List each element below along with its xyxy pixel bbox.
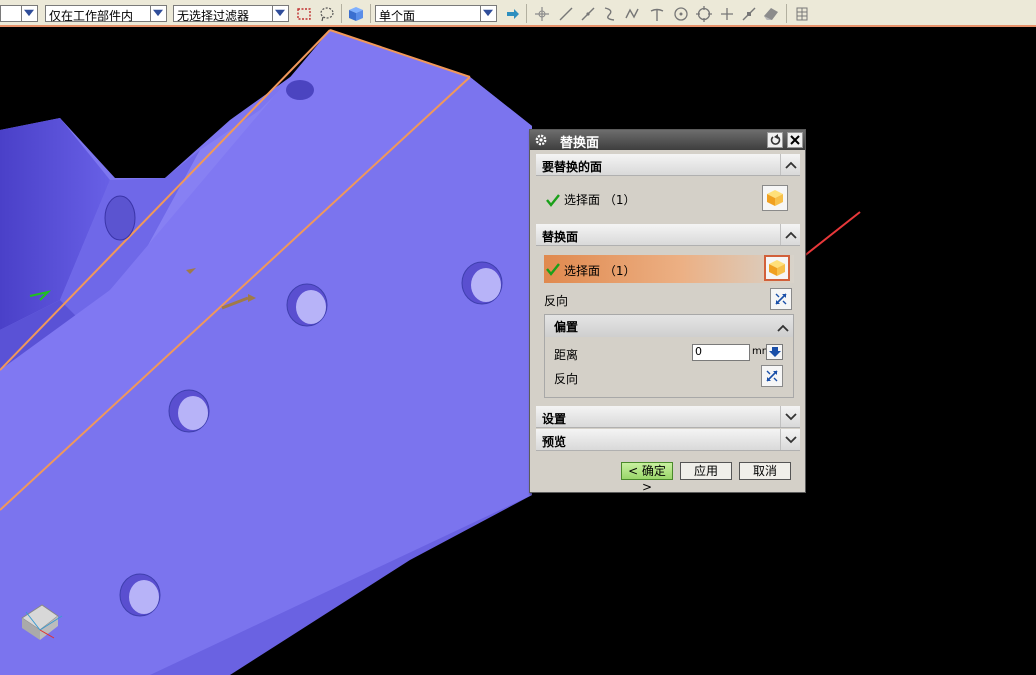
hole-feature: [286, 80, 314, 100]
hole-feature: [168, 389, 210, 433]
chevron-down-icon[interactable]: [780, 406, 800, 427]
eraser-icon[interactable]: [761, 4, 781, 24]
intersection-icon[interactable]: [647, 4, 667, 24]
plus-icon[interactable]: [717, 4, 737, 24]
select-face-button[interactable]: [764, 255, 790, 281]
chevron-up-icon[interactable]: [780, 154, 800, 175]
hole-feature: [119, 573, 161, 617]
section-label: 要替换的面: [542, 160, 603, 174]
select-rectangle-icon[interactable]: [294, 4, 314, 24]
select-face-label: 选择面 （1）: [564, 264, 636, 278]
model-view: [0, 29, 861, 675]
close-icon[interactable]: [787, 132, 803, 148]
dialog-title-bar[interactable]: 替换面: [530, 130, 805, 151]
line-icon[interactable]: [556, 4, 576, 24]
selection-filter-value: 无选择过滤器: [177, 9, 250, 23]
face-rule-value: 单个面: [379, 9, 416, 23]
select-face-row-replacement[interactable]: 选择面 （1）: [544, 255, 794, 283]
section-header-preview[interactable]: 预览: [536, 429, 800, 451]
chevron-up-icon[interactable]: [780, 224, 800, 245]
section-label: 预览: [542, 435, 567, 449]
reverse-direction-label: 反向: [544, 294, 569, 308]
lasso-icon[interactable]: [317, 4, 337, 24]
gear-icon[interactable]: [533, 132, 549, 148]
selection-toolbar: 仅在工作部件内 无选择过滤器 单个面: [0, 0, 1036, 27]
select-face-button[interactable]: [762, 185, 788, 211]
offset-header[interactable]: 偏置: [545, 315, 793, 337]
reverse-arrows-icon: [775, 293, 787, 305]
chevron-down-icon: [480, 6, 496, 21]
distance-input[interactable]: 0: [692, 344, 750, 361]
graphics-viewport[interactable]: [0, 27, 1036, 675]
face-cube-icon: [767, 190, 783, 206]
toolbar-separator: [526, 4, 527, 23]
reverse-direction-button[interactable]: [770, 288, 792, 310]
face-cube-icon: [769, 260, 785, 276]
offset-group: 偏置 距离 0 mm 反向: [544, 314, 794, 398]
chevron-down-icon: [150, 6, 166, 21]
hole-feature: [104, 195, 136, 241]
circle-center-icon[interactable]: [671, 4, 691, 24]
toolbar-separator: [341, 4, 342, 23]
section-label: 替换面: [542, 230, 579, 244]
reset-icon[interactable]: [767, 132, 783, 148]
arrow-right-icon[interactable]: [503, 4, 523, 24]
hole-feature: [286, 283, 328, 327]
scope-dropdown[interactable]: 仅在工作部件内: [45, 5, 167, 23]
section-header-settings[interactable]: 设置: [536, 406, 800, 428]
section-label: 设置: [542, 412, 567, 426]
replace-face-dialog: 替换面 要替换的面 选择面 （1） 替换面 选择面 （1） 反向 偏置 距离 0…: [529, 129, 806, 494]
dialog-title: 替换面: [560, 136, 600, 151]
offset-label: 偏置: [554, 320, 579, 334]
checkmark-icon: [546, 263, 560, 276]
chevron-down-icon: [272, 6, 288, 21]
curve-icon[interactable]: [600, 4, 620, 24]
section-header-replacement[interactable]: 替换面: [536, 224, 800, 246]
snap-point-icon[interactable]: [532, 4, 552, 24]
reverse-arrows-icon: [766, 370, 778, 382]
toolbar-separator: [786, 4, 787, 23]
down-arrow-icon: [768, 347, 781, 357]
value-options-button[interactable]: [766, 344, 783, 360]
midpoint-icon[interactable]: [739, 4, 759, 24]
face-rule-dropdown[interactable]: 单个面: [375, 5, 497, 23]
section-header-replace-target[interactable]: 要替换的面: [536, 154, 800, 176]
select-face-label: 选择面 （1）: [564, 193, 636, 207]
quadrant-icon[interactable]: [694, 4, 714, 24]
offset-reverse-label: 反向: [554, 372, 579, 386]
scope-value: 仅在工作部件内: [49, 9, 134, 23]
cancel-button[interactable]: 取消: [739, 462, 791, 480]
chevron-down-icon: [21, 6, 37, 21]
offset-reverse-button[interactable]: [761, 365, 783, 387]
checkmark-icon: [546, 194, 560, 207]
grid-icon[interactable]: [792, 4, 812, 24]
select-face-row-target[interactable]: 选择面 （1）: [536, 177, 800, 221]
polyline-icon[interactable]: [623, 4, 643, 24]
selection-filter-dropdown[interactable]: 无选择过滤器: [173, 5, 289, 23]
chevron-up-icon[interactable]: [777, 321, 789, 335]
filter-type-dropdown[interactable]: [0, 5, 38, 22]
toolbar-separator: [370, 4, 371, 23]
apply-button[interactable]: 应用: [680, 462, 732, 480]
chevron-down-icon[interactable]: [780, 429, 800, 450]
ok-button[interactable]: < 确定 >: [621, 462, 673, 494]
cube-icon[interactable]: [346, 4, 366, 24]
tangent-icon[interactable]: [578, 4, 598, 24]
hole-feature: [461, 261, 503, 305]
distance-label: 距离: [554, 348, 579, 362]
